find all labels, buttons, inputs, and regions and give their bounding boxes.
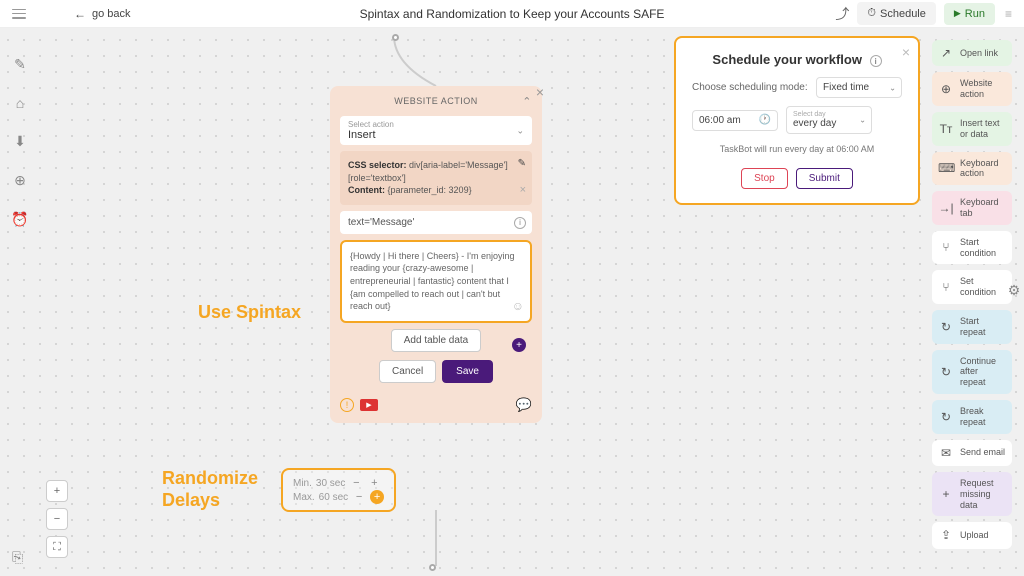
zoom-in-button[interactable]: + bbox=[46, 480, 68, 502]
break-icon: ↻ bbox=[938, 410, 954, 424]
hamburger-icon[interactable] bbox=[12, 9, 26, 19]
chevron-down-icon: ⌄ bbox=[889, 83, 896, 92]
stop-button[interactable]: Stop bbox=[741, 168, 788, 189]
email-icon: ✉ bbox=[938, 446, 954, 460]
menu-icon[interactable]: ≡ bbox=[1005, 7, 1012, 21]
page-title: Spintax and Randomization to Keep your A… bbox=[360, 7, 665, 21]
globe-icon[interactable]: ⊕ bbox=[14, 172, 26, 189]
node-connector-bottom[interactable] bbox=[429, 564, 436, 571]
card-header: WEBSITE ACTION ⌃ bbox=[330, 86, 542, 116]
info-icon[interactable]: i bbox=[514, 217, 526, 229]
close-icon[interactable]: × bbox=[902, 44, 910, 60]
chevron-down-icon: ⌄ bbox=[516, 125, 524, 136]
warning-icon[interactable]: ! bbox=[340, 398, 354, 412]
arrow-left-icon: ← bbox=[74, 7, 86, 21]
edit-icon[interactable]: ✎ bbox=[14, 56, 26, 73]
minus-button[interactable]: − bbox=[352, 490, 366, 504]
schedule-panel: × Schedule your workflow i Choose schedu… bbox=[674, 36, 920, 205]
save-button[interactable]: Save bbox=[442, 360, 493, 383]
info-icon[interactable]: i bbox=[870, 55, 882, 67]
go-back-button[interactable]: ← go back bbox=[74, 7, 131, 21]
settings-icon[interactable]: ⚙ bbox=[1004, 280, 1024, 300]
chevron-up-icon[interactable]: ⌃ bbox=[522, 95, 532, 108]
topbar: ← go back Spintax and Randomization to K… bbox=[0, 0, 1024, 28]
schedule-button[interactable]: ⏱ Schedule bbox=[857, 2, 935, 25]
tool-insert-text[interactable]: TтInsert text or data bbox=[932, 112, 1012, 146]
run-button[interactable]: ▶ Run bbox=[944, 3, 995, 25]
play-icon: ▶ bbox=[954, 8, 961, 19]
tool-request-data[interactable]: +Request missing data bbox=[932, 472, 1012, 516]
tool-start-condition[interactable]: ⑂Start condition bbox=[932, 231, 1012, 265]
fullscreen-button[interactable]: ⛶ bbox=[46, 536, 68, 558]
zoom-out-button[interactable]: − bbox=[46, 508, 68, 530]
minus-button[interactable]: − bbox=[349, 476, 363, 490]
tool-open-link[interactable]: ↗Open link bbox=[932, 40, 1012, 66]
emoji-icon[interactable]: ☺ bbox=[512, 298, 524, 315]
mode-select[interactable]: Fixed time ⌄ bbox=[816, 77, 902, 98]
spintax-textarea[interactable]: {Howdy | Hi there | Cheers} - I'm enjoyi… bbox=[340, 240, 532, 323]
continue-icon: ↻ bbox=[938, 365, 954, 379]
edit-icon[interactable]: ✎ bbox=[518, 157, 526, 171]
go-back-label: go back bbox=[92, 8, 131, 20]
delay-settings: Min. 30 sec − + Max. 60 sec − + bbox=[281, 468, 396, 512]
youtube-icon[interactable]: ▶ bbox=[360, 399, 378, 411]
keyboard-icon: ⌨ bbox=[938, 161, 954, 175]
home-icon[interactable]: ⌂ bbox=[16, 95, 24, 111]
branch-icon: ⑂ bbox=[938, 240, 954, 254]
tool-break-repeat[interactable]: ↻Break repeat bbox=[932, 400, 1012, 434]
time-input[interactable]: 06:00 am 🕐 bbox=[692, 110, 778, 131]
share-icon[interactable]: ⤴ bbox=[835, 4, 849, 24]
tool-start-repeat[interactable]: ↻Start repeat bbox=[932, 310, 1012, 344]
chevron-down-icon: ⌄ bbox=[859, 116, 866, 125]
annotation-delays: Randomize Delays bbox=[162, 468, 258, 511]
cancel-button[interactable]: Cancel bbox=[379, 360, 436, 383]
zoom-controls: + − ⛶ bbox=[46, 480, 68, 558]
close-icon[interactable]: × bbox=[520, 183, 526, 198]
tool-keyboard-tab[interactable]: →|Keyboard tab bbox=[932, 191, 1012, 225]
plus-button[interactable]: + bbox=[367, 476, 381, 490]
tool-continue-repeat[interactable]: ↻Continue after repeat bbox=[932, 350, 1012, 394]
tool-palette: ↗Open link ⊕Website action TтInsert text… bbox=[932, 40, 1012, 549]
add-button[interactable]: + bbox=[512, 338, 526, 352]
plus-icon: + bbox=[938, 487, 954, 501]
repeat-icon: ↻ bbox=[938, 320, 954, 334]
text-icon: Tт bbox=[938, 122, 954, 136]
text-field-row[interactable]: text='Message' i bbox=[340, 211, 532, 234]
tool-upload[interactable]: ⇪Upload bbox=[932, 522, 1012, 548]
left-rail: ✎ ⌂ ⬇ ⊕ ⏰ bbox=[0, 28, 40, 576]
node-connector-top[interactable] bbox=[392, 34, 399, 41]
tool-set-condition[interactable]: ⑂Set condition bbox=[932, 270, 1012, 304]
upload-icon: ⇪ bbox=[938, 528, 954, 542]
schedule-message: TaskBot will run every day at 06:00 AM bbox=[692, 144, 902, 154]
chat-icon[interactable]: 💬 bbox=[516, 397, 532, 413]
css-selector-box: ✎ × CSS selector: div[aria-label='Messag… bbox=[340, 151, 532, 205]
select-action-dropdown[interactable]: Select action Insert ⌄ bbox=[340, 116, 532, 145]
tab-icon: →| bbox=[938, 201, 954, 215]
tool-website-action[interactable]: ⊕Website action bbox=[932, 72, 1012, 106]
add-table-data-button[interactable]: Add table data bbox=[391, 329, 482, 352]
annotation-spintax: Use Spintax bbox=[198, 302, 301, 323]
download-icon[interactable]: ⬇ bbox=[14, 133, 26, 150]
exit-icon[interactable]: ⎘ bbox=[12, 549, 23, 566]
schedule-label: Schedule bbox=[880, 8, 926, 20]
clock-icon: ⏱ bbox=[867, 7, 876, 20]
tool-send-email[interactable]: ✉Send email bbox=[932, 440, 1012, 466]
alarm-icon[interactable]: ⏰ bbox=[11, 211, 28, 228]
day-select[interactable]: Select day every day ⌄ bbox=[786, 106, 872, 134]
plus-button[interactable]: + bbox=[370, 490, 384, 504]
branch-icon: ⑂ bbox=[938, 280, 954, 294]
globe-icon: ⊕ bbox=[938, 82, 954, 96]
tool-keyboard-action[interactable]: ⌨Keyboard action bbox=[932, 152, 1012, 186]
clock-icon: 🕐 bbox=[759, 115, 771, 126]
website-action-card: × WEBSITE ACTION ⌃ Select action Insert … bbox=[330, 86, 542, 423]
run-label: Run bbox=[965, 8, 985, 20]
link-icon: ↗ bbox=[938, 46, 954, 60]
schedule-title: Schedule your workflow i bbox=[692, 52, 902, 67]
submit-button[interactable]: Submit bbox=[796, 168, 853, 189]
